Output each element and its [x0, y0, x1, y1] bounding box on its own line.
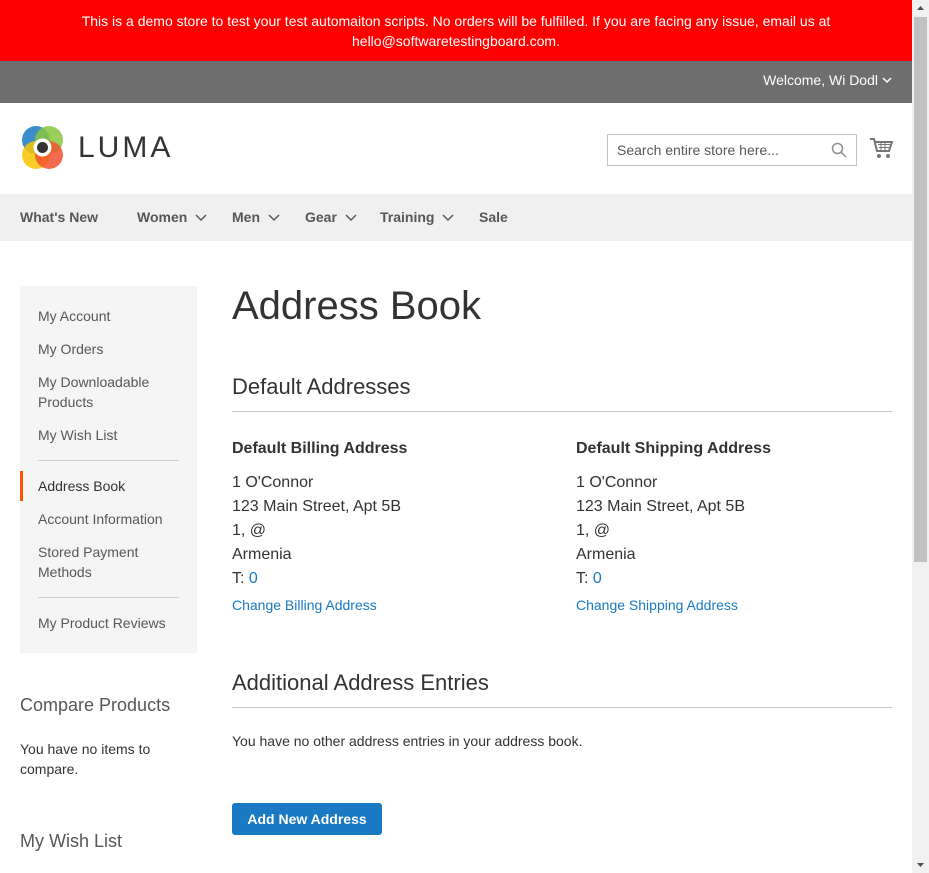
shipping-city-line: 1, @ [576, 522, 611, 539]
logo-link[interactable]: LUMA [20, 125, 173, 170]
section-divider [232, 411, 892, 412]
sidebar-item-address-book[interactable]: Address Book [38, 476, 125, 496]
sidebar-item-stored-payment-methods[interactable]: Stored Payment Methods [38, 542, 158, 582]
welcome-message: Welcome, Wi Dodl [763, 72, 878, 88]
chevron-down-icon [268, 213, 280, 221]
nav-item-label: What's New [20, 209, 99, 225]
scroll-down-arrow-icon[interactable] [916, 860, 925, 869]
chevron-down-icon [195, 213, 207, 221]
customer-menu-toggle[interactable]: Welcome, Wi Dodl [763, 72, 892, 88]
change-billing-address-link[interactable]: Change Billing Address [232, 595, 377, 615]
sidebar-item-my-orders[interactable]: My Orders [38, 339, 103, 359]
main-navigation: What's New Women Men Gear Training Sale [0, 194, 912, 241]
luma-logo-icon [22, 126, 63, 169]
page-title: Address Book [232, 284, 482, 328]
nav-item-label: Gear [305, 209, 337, 225]
cart-icon[interactable] [870, 137, 893, 159]
active-item-marker [20, 471, 23, 501]
wish-list-block-title: My Wish List [20, 831, 123, 851]
sidebar-item-wish-list[interactable]: My Wish List [38, 425, 117, 445]
sidebar-item-my-account[interactable]: My Account [38, 306, 110, 326]
billing-telephone: T: 0 [232, 567, 532, 591]
nav-item-whats-new[interactable]: What's New [20, 194, 98, 241]
header-bar: Welcome, Wi Dodl [0, 61, 912, 103]
scrollbar-thumb[interactable] [914, 17, 927, 562]
chevron-down-icon [882, 77, 892, 84]
billing-telephone-link[interactable]: 0 [249, 570, 258, 587]
billing-city-line: 1, @ [232, 522, 267, 539]
add-new-address-button[interactable]: Add New Address [232, 803, 382, 835]
search-icon[interactable] [831, 142, 847, 158]
billing-name: 1 O'Connor [232, 474, 314, 491]
logo-text: LUMA [78, 130, 174, 164]
telephone-prefix: T: [576, 570, 593, 587]
no-additional-addresses-text: You have no other address entries in you… [232, 733, 583, 749]
compare-products-empty-text: You have no items to compare. [20, 741, 151, 777]
sidebar-item-downloadable-products[interactable]: My Downloadable Products [38, 372, 178, 412]
chevron-down-icon [442, 213, 454, 221]
demo-notice-text: This is a demo store to test your test a… [81, 13, 831, 49]
change-shipping-address-link[interactable]: Change Shipping Address [576, 595, 738, 615]
nav-item-training[interactable]: Training [380, 194, 454, 241]
shipping-country: Armenia [576, 546, 636, 563]
scroll-up-arrow-icon[interactable] [916, 4, 925, 13]
search-input[interactable] [608, 135, 818, 165]
search-box [607, 134, 857, 166]
account-sidebar: My Account My Orders My Downloadable Pro… [20, 286, 197, 653]
nav-item-men[interactable]: Men [232, 194, 280, 241]
billing-address-heading: Default Billing Address [232, 440, 408, 457]
shipping-street: 123 Main Street, Apt 5B [576, 498, 745, 515]
telephone-prefix: T: [232, 570, 249, 587]
page-scrollbar[interactable] [912, 0, 929, 873]
default-shipping-address-box: Default Shipping Address 1 O'Connor 123 … [576, 439, 876, 615]
section-divider [232, 707, 892, 708]
compare-products-title: Compare Products [20, 695, 171, 715]
nav-item-sale[interactable]: Sale [479, 194, 508, 241]
default-billing-address-box: Default Billing Address 1 O'Connor 123 M… [232, 439, 532, 615]
shipping-telephone: T: 0 [576, 567, 876, 591]
shipping-name: 1 O'Connor [576, 474, 658, 491]
nav-item-women[interactable]: Women [137, 194, 207, 241]
billing-country: Armenia [232, 546, 292, 563]
nav-item-label: Sale [479, 209, 508, 225]
sidebar-item-account-information[interactable]: Account Information [38, 509, 163, 529]
sidebar-divider [38, 460, 179, 461]
sidebar-divider [38, 597, 179, 598]
additional-addresses-title: Additional Address Entries [232, 670, 489, 695]
demo-notice-banner: This is a demo store to test your test a… [0, 0, 912, 61]
nav-item-label: Women [137, 209, 188, 225]
shipping-address-heading: Default Shipping Address [576, 440, 771, 457]
nav-item-label: Training [380, 209, 435, 225]
default-addresses-title: Default Addresses [232, 374, 411, 399]
billing-street: 123 Main Street, Apt 5B [232, 498, 401, 515]
chevron-down-icon [345, 213, 357, 221]
shipping-telephone-link[interactable]: 0 [593, 570, 602, 587]
sidebar-item-product-reviews[interactable]: My Product Reviews [38, 613, 166, 633]
nav-item-gear[interactable]: Gear [305, 194, 357, 241]
nav-item-label: Men [232, 209, 260, 225]
